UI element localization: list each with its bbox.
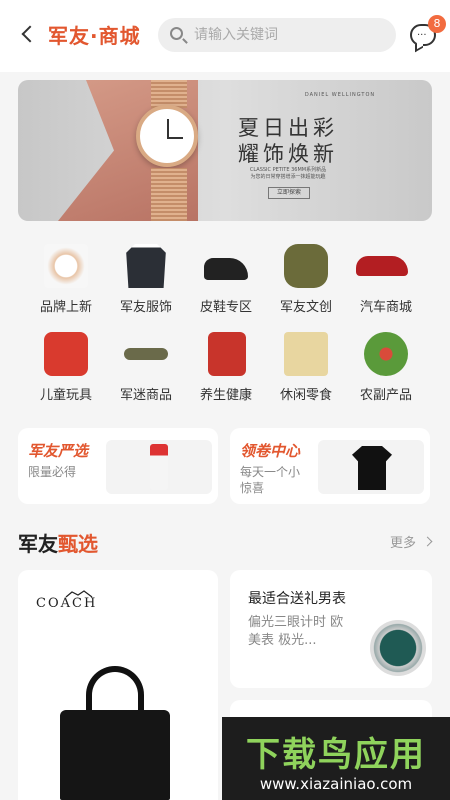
category-snacks[interactable]: 休闲零食 <box>264 332 344 412</box>
vegetables-icon <box>364 332 408 376</box>
promo-title: 军友严选 <box>28 442 89 460</box>
coach-logo-icon <box>64 584 94 598</box>
promo-desc: 限量必得 <box>28 465 77 479</box>
message-badge: 8 <box>428 15 446 33</box>
handbag-image <box>60 710 170 800</box>
category-shoes[interactable]: 皮鞋专区 <box>184 244 264 324</box>
category-label: 军友服饰 <box>119 300 172 315</box>
watch-strap-top <box>151 80 187 108</box>
promo-card-coupons[interactable]: 领卷中心 每天一个小惊喜 <box>230 428 430 504</box>
category-label: 汽车商城 <box>359 300 412 315</box>
category-label: 品牌上新 <box>39 300 92 315</box>
featured-desc: 偏光三眼计时 欧美表 极光... <box>248 615 344 648</box>
shoe-icon <box>204 258 248 280</box>
liquor-bottle-icon <box>106 440 212 494</box>
banner-subtitle-1: CLASSIC PETITE 36MM系列新品 <box>249 167 327 173</box>
category-label: 儿童玩具 <box>39 388 92 403</box>
suit-icon <box>126 244 166 288</box>
coach-brand: COACH <box>36 596 98 611</box>
canteen-icon <box>284 244 328 288</box>
category-farm-products[interactable]: 农副产品 <box>344 332 424 412</box>
watch-image <box>370 620 426 676</box>
category-brand-new[interactable]: 品牌上新 <box>24 244 104 324</box>
banner-title-2: 耀饰焕新 <box>238 142 338 166</box>
section-title-highlight: 甄选 <box>58 532 98 556</box>
more-link[interactable]: 更多 <box>390 532 416 551</box>
banner-brand: DANIEL WELLINGTON <box>304 92 376 98</box>
promo-banner[interactable]: DANIEL WELLINGTON 夏日出彩 耀饰焕新 CLASSIC PETI… <box>18 80 432 221</box>
watermark: 下载鸟应用 www.xiazainiao.com <box>222 717 450 800</box>
banner-subtitle-2: 为您的日常穿搭增添一抹超能玩趣 <box>250 174 326 180</box>
top-bar: 军友·商城 ··· 8 <box>0 0 450 72</box>
promo-desc: 每天一个小惊喜 <box>240 465 301 495</box>
robot-toy-icon <box>44 332 88 376</box>
watch-icon <box>44 244 88 288</box>
category-label: 军友文创 <box>279 300 332 315</box>
category-cars[interactable]: 汽车商城 <box>344 244 424 324</box>
category-military-fans[interactable]: 军迷商品 <box>104 332 184 412</box>
featured-title: 最适合送礼男表 <box>248 591 346 607</box>
banner-cta-button[interactable]: 立即探索 <box>268 187 310 199</box>
category-culture[interactable]: 军友文创 <box>264 244 344 324</box>
promo-card-selection[interactable]: 军友严选 限量必得 <box>18 428 218 504</box>
featured-card-coach[interactable]: COACH <box>18 570 218 800</box>
car-icon <box>356 256 408 276</box>
section-title: 军友甄选 <box>18 528 98 557</box>
watermark-title: 下载鸟应用 <box>246 735 426 775</box>
category-label: 皮鞋专区 <box>199 300 252 315</box>
brand-title: 军友·商城 <box>48 24 141 48</box>
chevron-right-icon[interactable] <box>422 536 433 547</box>
category-label: 休闲零食 <box>279 388 332 403</box>
plane-model-icon <box>124 348 168 360</box>
category-clothing[interactable]: 军友服饰 <box>104 244 184 324</box>
search-icon <box>170 27 183 40</box>
watch-image <box>136 105 198 167</box>
category-health[interactable]: 养生健康 <box>184 332 264 412</box>
category-label: 军迷商品 <box>119 388 172 403</box>
tea-can-icon <box>208 332 246 376</box>
back-icon[interactable] <box>18 22 38 46</box>
watch-strap-bottom <box>151 168 187 221</box>
category-toys[interactable]: 儿童玩具 <box>24 332 104 412</box>
promo-title: 领卷中心 <box>240 442 301 460</box>
watermark-url: www.xiazainiao.com <box>259 775 413 793</box>
category-label: 养生健康 <box>199 388 252 403</box>
search-input[interactable] <box>194 18 390 52</box>
section-title-part: 军友 <box>18 532 58 556</box>
tshirt-icon <box>318 440 424 494</box>
search-box[interactable] <box>158 18 396 52</box>
featured-card-watch[interactable]: 最适合送礼男表 偏光三眼计时 欧美表 极光... <box>230 570 432 688</box>
category-label: 农副产品 <box>359 388 412 403</box>
snack-bag-icon <box>284 332 328 376</box>
